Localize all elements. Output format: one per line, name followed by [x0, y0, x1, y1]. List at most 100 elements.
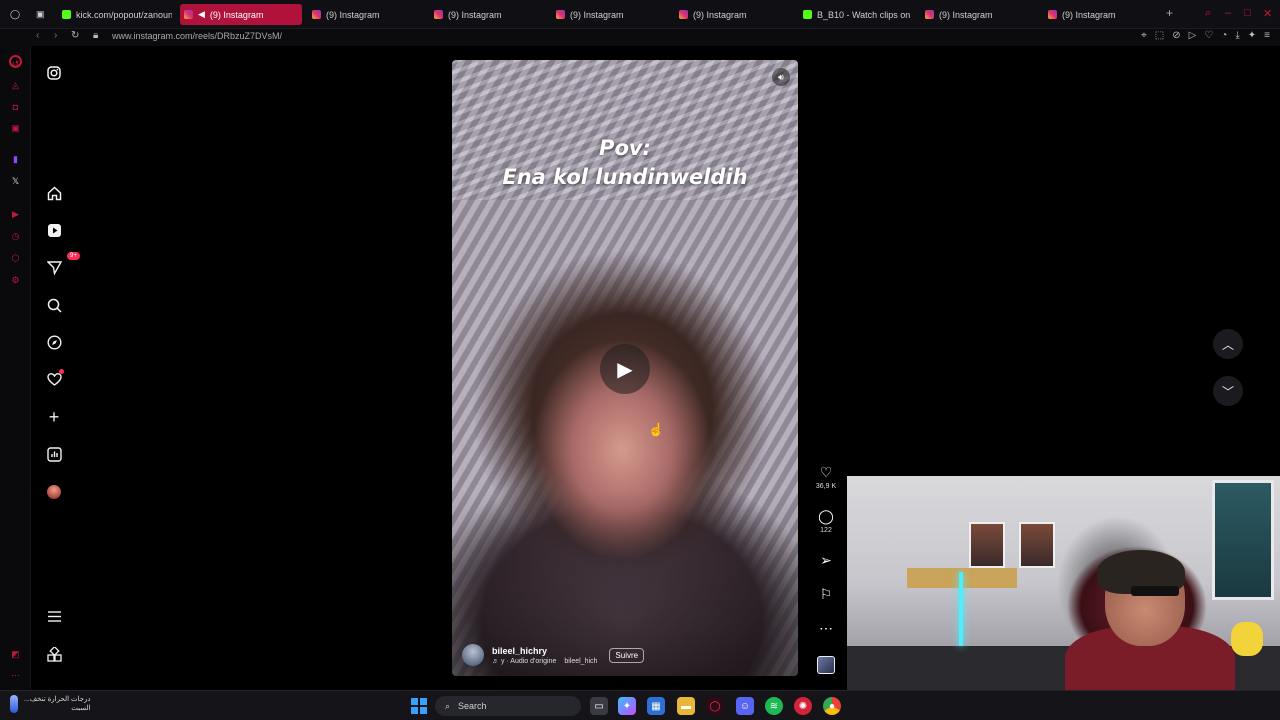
reel-author-row: bileel_hichry ♬ y · Audio d'origine bile…	[462, 644, 645, 666]
file-explorer-icon[interactable]: ▬	[677, 697, 695, 715]
reels-icon[interactable]	[43, 219, 65, 241]
play-icon[interactable]: ▶	[600, 344, 650, 394]
tab-workspaces[interactable]: ▣	[32, 4, 48, 25]
player-icon[interactable]: ▷	[1189, 30, 1197, 41]
player-icon[interactable]: ▶	[10, 209, 21, 220]
more-icon[interactable]: ⋯	[10, 670, 21, 681]
dashboard-icon[interactable]	[43, 443, 65, 465]
like-count: 36,9 K	[815, 483, 837, 490]
pin-icon[interactable]: ⌖	[1141, 30, 1147, 41]
browser-tab[interactable]: (9) Instagram	[430, 4, 548, 25]
chrome-icon[interactable]: ●	[823, 697, 841, 715]
share-button[interactable]: ➢	[812, 552, 840, 569]
tab-kick-popout[interactable]: ◯	[6, 4, 26, 25]
reload-icon[interactable]: ↻	[71, 30, 79, 41]
back-icon[interactable]: ‹	[36, 30, 39, 41]
weather-line-1: درجات الحرارة تنخف...	[24, 696, 91, 703]
forward-icon[interactable]: ›	[54, 30, 57, 41]
thermometer-icon	[10, 695, 18, 713]
task-view-icon[interactable]: ▭	[590, 697, 608, 715]
opera-gx-icon[interactable]: ◯	[706, 697, 724, 715]
webcam-poster-right	[1019, 522, 1055, 568]
tab-search-icon[interactable]: ⌕	[1205, 7, 1211, 20]
mail-icon[interactable]: ▣	[10, 123, 21, 134]
reel-video[interactable]: Pov: Ena kol lundinweldih 🔊︎ ▶ ☝ bileel_…	[452, 60, 798, 676]
windows-start-icon[interactable]	[411, 698, 427, 714]
ai-icon[interactable]: ✦	[1248, 30, 1256, 41]
url-field[interactable]: www.instagram.com/reels/DRbzuZ7DVsM/	[112, 31, 282, 41]
app-icon[interactable]: ✺	[794, 697, 812, 715]
more-options-button[interactable]: ⋯	[812, 620, 840, 637]
snapshot-icon[interactable]: ⬚	[1155, 30, 1164, 41]
store-icon[interactable]: ▦	[647, 697, 665, 715]
create-icon[interactable]: +	[43, 406, 65, 428]
download-icon[interactable]: ⤓	[1235, 30, 1239, 41]
maximize-icon[interactable]: □	[1244, 7, 1251, 19]
send-icon: ➢	[820, 552, 832, 568]
new-tab-plus-icon[interactable]: +	[1166, 6, 1173, 20]
spotify-icon[interactable]: ≋	[765, 697, 783, 715]
browser-tab[interactable]: (9) Instagram	[552, 4, 670, 25]
x-icon[interactable]: 𝕏	[10, 176, 21, 187]
heart-icon[interactable]: ♡	[1204, 30, 1213, 41]
author-avatar[interactable]	[462, 644, 484, 666]
profile-avatar[interactable]	[43, 481, 65, 503]
history-icon[interactable]: ↺	[10, 59, 21, 70]
settings-icon[interactable]: ⚙	[10, 275, 21, 286]
instagram-logo-icon[interactable]	[43, 62, 65, 84]
aria-icon[interactable]: ◬	[10, 80, 21, 91]
hand-cursor-icon: ☝	[648, 422, 665, 437]
search-icon[interactable]	[43, 294, 65, 316]
browser-tab[interactable]: (9) Instagram	[675, 4, 793, 25]
previous-reel-button[interactable]: ︿	[1213, 329, 1243, 359]
browser-tab[interactable]: B_B10 - Watch clips on K	[799, 4, 911, 25]
gx-icon[interactable]: ◩	[10, 649, 21, 660]
minimize-icon[interactable]: –	[1225, 7, 1231, 19]
also-from-meta-icon[interactable]	[43, 643, 65, 665]
browser-tab[interactable]: (9) Instagram	[308, 4, 426, 25]
audio-author: bileel_hich	[564, 657, 598, 665]
browser-tab-active[interactable]: ◀ (9) Instagram	[180, 4, 302, 25]
windows-taskbar: درجات الحرارة تنخف... السبت ⌕ Search ▭ ✦…	[0, 690, 1280, 720]
browser-tab[interactable]: kick.com/popout/zanoun	[58, 4, 172, 25]
twitch-icon[interactable]: ▮	[10, 154, 21, 165]
close-icon[interactable]: ✕	[1263, 7, 1272, 20]
webcam-neon-light	[959, 572, 963, 646]
more-menu-icon[interactable]	[43, 605, 65, 627]
comment-icon: ◯	[818, 508, 834, 524]
adblock-icon[interactable]: ⊘	[1172, 30, 1180, 41]
taskbar-search[interactable]: ⌕ Search	[435, 696, 581, 716]
copilot-icon[interactable]: ✦	[618, 697, 636, 715]
instagram-icon	[184, 10, 193, 19]
home-icon[interactable]	[43, 182, 65, 204]
lock-icon: 🔒︎	[93, 30, 99, 41]
follow-button[interactable]: Suivre	[609, 647, 645, 663]
save-button[interactable]: ⚐	[812, 586, 840, 603]
account-icon[interactable]: ◔	[1221, 30, 1227, 41]
messages-icon[interactable]: 9+	[43, 252, 80, 278]
browser-tab[interactable]: (9) Instagram	[921, 4, 1039, 25]
kick-icon	[803, 10, 812, 19]
author-username[interactable]: bileel_hichry	[492, 646, 597, 656]
instagram-sidebar: 9+ +	[31, 46, 80, 690]
like-button[interactable]: ♡ 36,9 K	[812, 464, 840, 490]
next-reel-button[interactable]: ﹀	[1213, 376, 1243, 406]
discord-icon[interactable]: ☺	[736, 697, 754, 715]
author-meta: bileel_hichry ♬ y · Audio d'origine bile…	[492, 646, 597, 665]
extensions-icon[interactable]: ⬡	[10, 253, 21, 264]
messenger-icon[interactable]: ◘	[10, 102, 21, 113]
explore-icon[interactable]	[43, 331, 65, 353]
notification-badge: 9+	[67, 252, 80, 260]
volume-icon[interactable]: 🔊︎	[772, 68, 790, 86]
audio-row[interactable]: ♬ y · Audio d'origine bileel_hich	[492, 658, 597, 665]
clock-icon[interactable]: ◷	[10, 231, 21, 242]
speaker-icon: ◀	[198, 9, 205, 19]
notifications-heart-icon[interactable]	[43, 368, 65, 390]
chevron-down-icon: ﹀	[1221, 384, 1234, 399]
weather-widget[interactable]: درجات الحرارة تنخف... السبت	[10, 695, 91, 713]
browser-tab[interactable]: (9) Instagram	[1044, 4, 1158, 25]
audio-thumbnail[interactable]	[817, 656, 835, 674]
bookmark-icon: ⚐	[819, 586, 833, 602]
comment-button[interactable]: ◯ 122	[812, 508, 840, 534]
menu-icon[interactable]: ≡	[1264, 30, 1270, 41]
